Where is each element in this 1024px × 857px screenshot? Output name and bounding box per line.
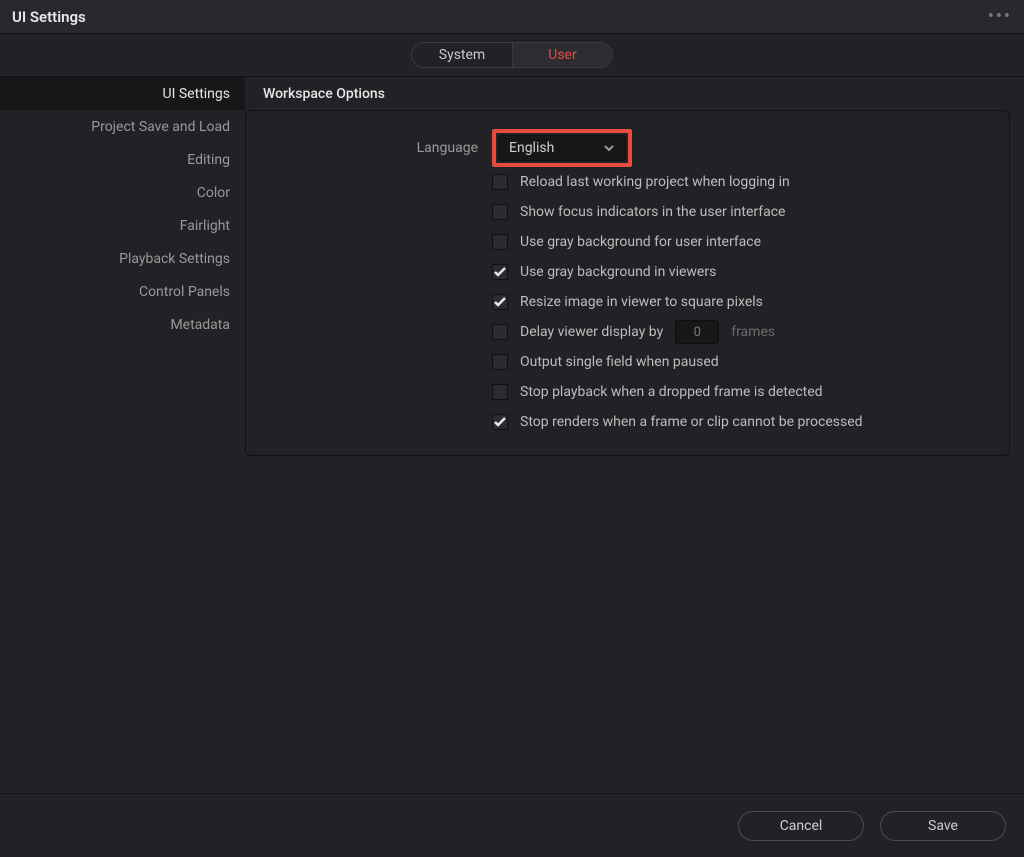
delay-unit: frames [731,324,775,340]
sidebar-item-project-save-load[interactable]: Project Save and Load [0,110,245,143]
tab-user[interactable]: User [512,43,612,67]
sidebar-item-label: Color [197,185,230,201]
sidebar-item-editing[interactable]: Editing [0,143,245,176]
sidebar-item-label: Editing [187,152,230,168]
option-row: Show focus indicators in the user interf… [266,197,989,227]
sidebar-item-label: Fairlight [180,218,230,234]
sidebar-item-metadata[interactable]: Metadata [0,308,245,341]
tab-system[interactable]: System [412,43,512,67]
window-title: UI Settings [12,8,86,26]
tab-group: System User [411,42,613,68]
option-row: Use gray background in viewers [266,257,989,287]
delay-prefix: Delay viewer display by [520,324,663,340]
option-row: Output single field when paused [266,347,989,377]
checkbox-gray-bg-viewers[interactable] [492,264,508,280]
option-label: Use gray background in viewers [520,264,716,280]
overflow-menu-icon[interactable]: ••• [988,6,1012,27]
option-label: Reload last working project when logging… [520,174,790,190]
option-row: Resize image in viewer to square pixels [266,287,989,317]
sidebar-item-label: Project Save and Load [91,119,230,135]
settings-window: UI Settings ••• System User UI Settings … [0,0,1024,857]
language-dropdown[interactable]: English [498,135,626,161]
sidebar-item-fairlight[interactable]: Fairlight [0,209,245,242]
checkbox-stop-renders[interactable] [492,414,508,430]
option-row: Use gray background for user interface [266,227,989,257]
sidebar-item-ui-settings[interactable]: UI Settings [0,77,245,110]
tab-strip: System User [0,34,1024,76]
checkbox-delay-viewer[interactable] [492,324,508,340]
option-label: Output single field when paused [520,354,719,370]
language-label: Language [266,140,492,156]
option-label: Use gray background for user interface [520,234,761,250]
option-row: Stop renders when a frame or clip cannot… [266,407,989,437]
cancel-button[interactable]: Cancel [738,811,864,841]
chevron-down-icon [603,142,615,154]
workspace-options-panel: Language English [245,110,1010,456]
delay-row: Delay viewer display by 0 frames [266,317,989,347]
sidebar-item-color[interactable]: Color [0,176,245,209]
checkbox-stop-playback-dropped[interactable] [492,384,508,400]
option-label: Stop playback when a dropped frame is de… [520,384,823,400]
option-label: Show focus indicators in the user interf… [520,204,785,220]
titlebar: UI Settings ••• [0,0,1024,34]
sidebar-item-label: Metadata [170,317,230,333]
footer: Cancel Save [0,793,1024,857]
sidebar-item-label: Control Panels [139,284,230,300]
checkbox-resize-square-pixels[interactable] [492,294,508,310]
sidebar-item-control-panels[interactable]: Control Panels [0,275,245,308]
body: UI Settings Project Save and Load Editin… [0,76,1024,793]
checkbox-reload-project[interactable] [492,174,508,190]
delay-frames-input[interactable]: 0 [675,320,719,344]
sidebar-item-label: Playback Settings [119,251,230,267]
option-label: Stop renders when a frame or clip cannot… [520,414,863,430]
checkbox-focus-indicators[interactable] [492,204,508,220]
checkbox-gray-bg-ui[interactable] [492,234,508,250]
sidebar: UI Settings Project Save and Load Editin… [0,77,245,793]
section-title: Workspace Options [245,77,1010,110]
main: Workspace Options Language English [245,77,1024,793]
language-row: Language English [266,129,989,167]
option-row: Stop playback when a dropped frame is de… [266,377,989,407]
checkbox-output-single-field[interactable] [492,354,508,370]
language-highlight: English [492,129,632,167]
sidebar-item-label: UI Settings [163,86,230,102]
sidebar-item-playback-settings[interactable]: Playback Settings [0,242,245,275]
option-row: Reload last working project when logging… [266,167,989,197]
option-label: Resize image in viewer to square pixels [520,294,763,310]
language-value: English [509,140,554,156]
save-button[interactable]: Save [880,811,1006,841]
